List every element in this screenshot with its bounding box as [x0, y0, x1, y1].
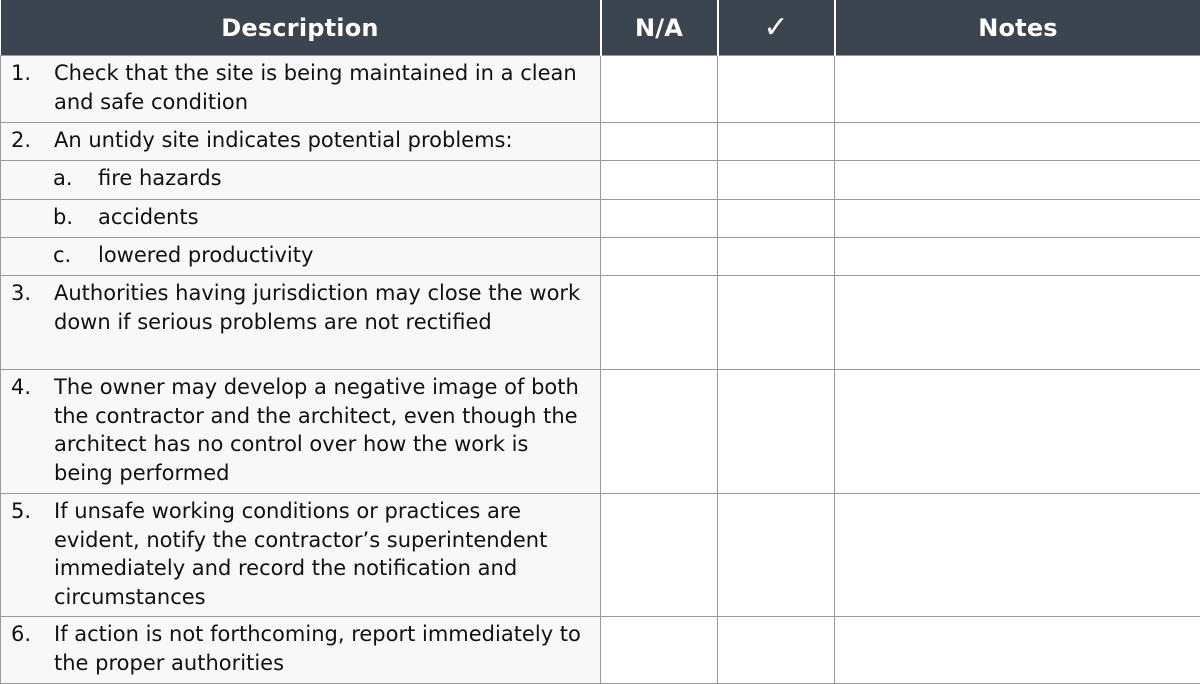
notes-cell[interactable]: [835, 238, 1200, 276]
notes-cell[interactable]: [835, 200, 1200, 238]
item-text: Authorities having jurisdiction may clos…: [54, 279, 592, 336]
item-text: Check that the site is being maintained …: [54, 59, 592, 116]
na-cell[interactable]: [601, 56, 718, 123]
item-number: 4.: [11, 373, 54, 487]
check-cell[interactable]: [718, 123, 835, 161]
sub-item-letter: a.: [53, 164, 98, 193]
description-cell: b.accidents: [1, 200, 601, 238]
check-cell[interactable]: [718, 370, 835, 494]
check-cell[interactable]: [718, 494, 835, 617]
item-number: 5.: [11, 497, 54, 611]
notes-cell[interactable]: [835, 276, 1200, 370]
na-cell[interactable]: [601, 238, 718, 276]
na-cell[interactable]: [601, 370, 718, 494]
check-cell[interactable]: [718, 276, 835, 370]
header-row: Description N/A ✓ Notes: [1, 0, 1200, 56]
header-check: ✓: [718, 0, 835, 56]
table-row: 4.The owner may develop a negative image…: [1, 370, 1200, 494]
item-number: 6.: [11, 620, 54, 677]
table-row: 5.If unsafe working conditions or practi…: [1, 494, 1200, 617]
description-cell: c.lowered productivity: [1, 238, 601, 276]
item-text: lowered productivity: [98, 241, 313, 270]
check-cell[interactable]: [718, 238, 835, 276]
description-cell: a.fire hazards: [1, 161, 601, 200]
item-text: If unsafe working conditions or practice…: [54, 497, 592, 611]
check-cell[interactable]: [718, 56, 835, 123]
table-row: a.fire hazards: [1, 161, 1200, 200]
item-text: The owner may develop a negative image o…: [54, 373, 592, 487]
check-cell[interactable]: [718, 161, 835, 200]
na-cell[interactable]: [601, 276, 718, 370]
site-inspection-checklist: Description N/A ✓ Notes 1.Check that the…: [0, 0, 1200, 684]
sub-item-letter: c.: [53, 241, 98, 270]
description-cell: 5.If unsafe working conditions or practi…: [1, 494, 601, 617]
description-cell: 2.An untidy site indicates potential pro…: [1, 123, 601, 161]
item-text: If action is not forthcoming, report imm…: [54, 620, 592, 677]
notes-cell[interactable]: [835, 617, 1200, 684]
item-number: 2.: [11, 126, 54, 155]
na-cell[interactable]: [601, 161, 718, 200]
table-row: 3.Authorities having jurisdiction may cl…: [1, 276, 1200, 370]
header-notes: Notes: [835, 0, 1200, 56]
header-description: Description: [1, 0, 601, 56]
notes-cell[interactable]: [835, 494, 1200, 617]
table-row: c.lowered productivity: [1, 238, 1200, 276]
na-cell[interactable]: [601, 123, 718, 161]
item-text: An untidy site indicates potential probl…: [54, 126, 513, 155]
notes-cell[interactable]: [835, 161, 1200, 200]
notes-cell[interactable]: [835, 56, 1200, 123]
table-row: b.accidents: [1, 200, 1200, 238]
checkmark-icon: ✓: [763, 10, 788, 45]
check-cell[interactable]: [718, 200, 835, 238]
na-cell[interactable]: [601, 200, 718, 238]
notes-cell[interactable]: [835, 123, 1200, 161]
na-cell[interactable]: [601, 617, 718, 684]
description-cell: 4.The owner may develop a negative image…: [1, 370, 601, 494]
item-text: accidents: [98, 203, 199, 232]
sub-item-letter: b.: [53, 203, 98, 232]
description-cell: 1.Check that the site is being maintaine…: [1, 56, 601, 123]
description-cell: 6.If action is not forthcoming, report i…: [1, 617, 601, 684]
table-row: 2.An untidy site indicates potential pro…: [1, 123, 1200, 161]
na-cell[interactable]: [601, 494, 718, 617]
item-number: 3.: [11, 279, 54, 336]
check-cell[interactable]: [718, 617, 835, 684]
table-row: 1.Check that the site is being maintaine…: [1, 56, 1200, 123]
table-row: 6.If action is not forthcoming, report i…: [1, 617, 1200, 684]
item-text: fire hazards: [98, 164, 222, 193]
notes-cell[interactable]: [835, 370, 1200, 494]
description-cell: 3.Authorities having jurisdiction may cl…: [1, 276, 601, 370]
item-number: 1.: [11, 59, 54, 116]
header-na: N/A: [601, 0, 718, 56]
